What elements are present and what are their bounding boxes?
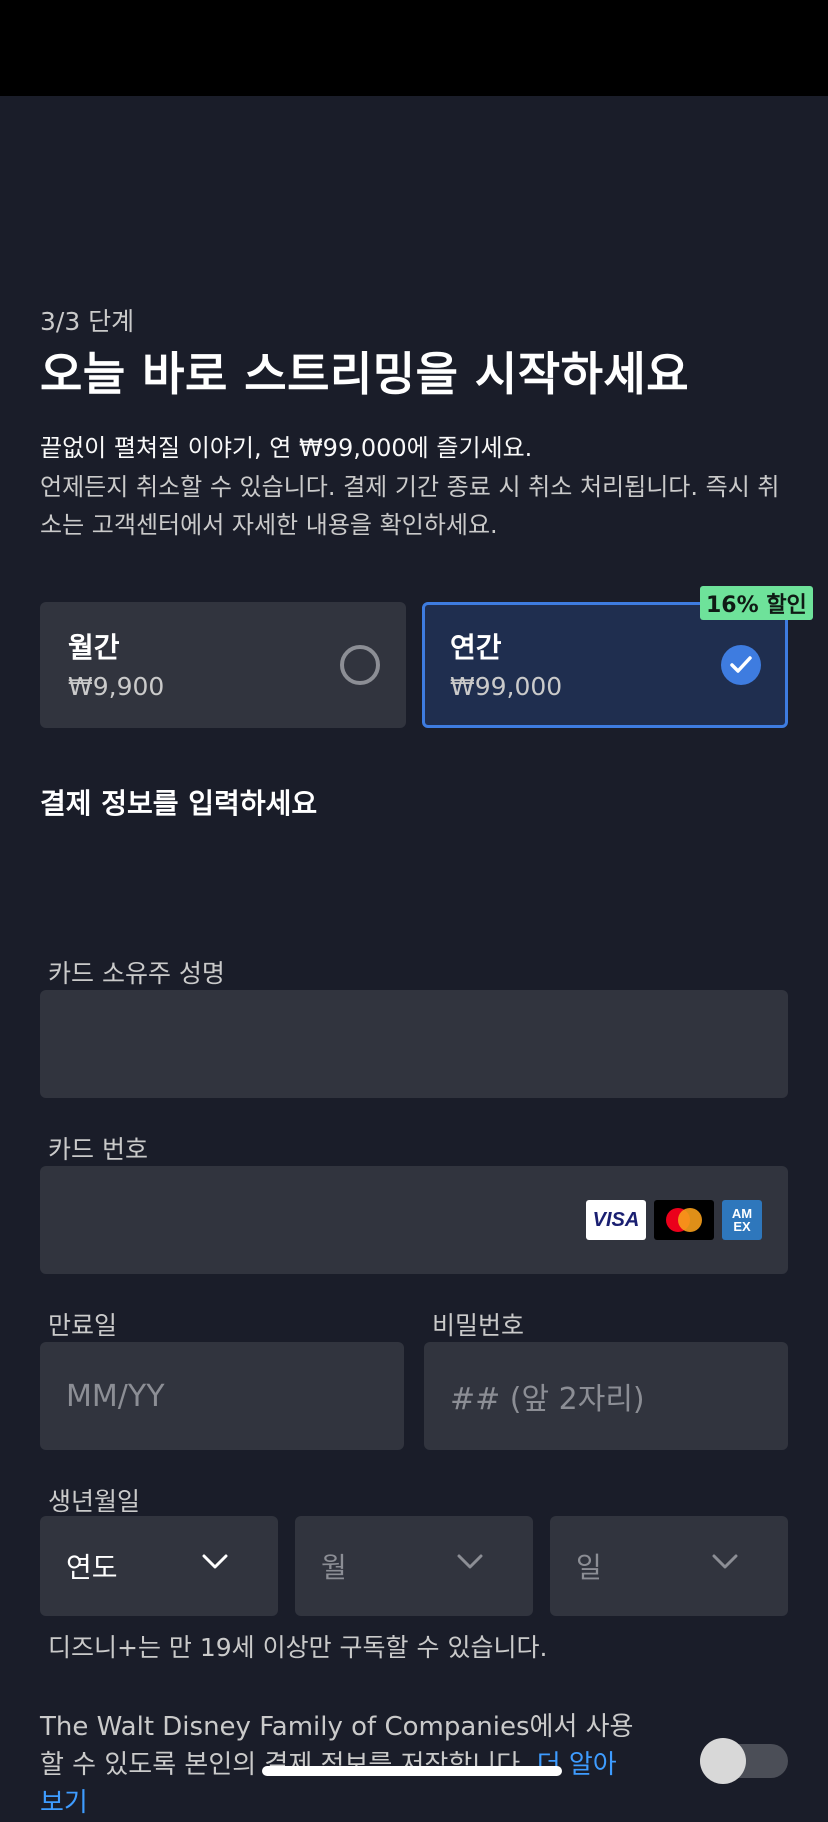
card-number-input[interactable]: VISA AM EX (40, 1166, 788, 1274)
checkmark-icon (730, 656, 752, 673)
age-requirement-note: 디즈니+는 만 19세 이상만 구독할 수 있습니다. (48, 1633, 548, 1662)
birth-date-label: 생년월일 (48, 1487, 141, 1516)
home-indicator (262, 1766, 562, 1776)
plan-annual-option[interactable]: 연간 ₩99,000 (422, 602, 788, 728)
plan-monthly-name: 월간 (68, 631, 120, 664)
toggle-knob (700, 1738, 746, 1784)
cardholder-label: 카드 소유주 성명 (48, 959, 225, 988)
plan-monthly-option[interactable]: 월간 ₩9,900 (40, 602, 406, 728)
chevron-down-icon (712, 1554, 738, 1569)
amex-icon: AM EX (722, 1200, 762, 1240)
payment-section-title: 결제 정보를 입력하세요 (40, 787, 318, 820)
expiry-placeholder: MM/YY (66, 1378, 165, 1414)
password-placeholder: ## (앞 2자리) (450, 1382, 645, 1417)
password-label: 비밀번호 (432, 1311, 525, 1340)
radio-unchecked-icon[interactable] (340, 645, 380, 685)
birth-year-select[interactable]: 연도 (40, 1516, 278, 1616)
discount-badge: 16% 할인 (700, 586, 813, 620)
plan-annual-name: 연간 (450, 631, 502, 664)
birth-month-value: 월 (321, 1551, 347, 1584)
page-title: 오늘 바로 스트리밍을 시작하세요 (40, 347, 690, 401)
cancel-description: 언제든지 취소할 수 있습니다. 결제 기간 종료 시 취소 처리됩니다. 즉시… (40, 473, 780, 539)
visa-icon: VISA (586, 1200, 646, 1240)
step-indicator: 3/3 단계 (40, 307, 135, 336)
cardholder-name-input[interactable] (40, 990, 788, 1098)
radio-checked-icon[interactable] (721, 645, 761, 685)
plan-monthly-price: ₩9,900 (68, 672, 165, 701)
card-password-input[interactable]: ## (앞 2자리) (424, 1342, 788, 1450)
save-payment-text: The Walt Disney Family of Companies에서 사용… (40, 1708, 640, 1822)
price-description: 끝없이 펼쳐질 이야기, 연 ₩99,000에 즐기세요. (40, 434, 533, 462)
save-payment-toggle[interactable] (700, 1738, 788, 1784)
mastercard-icon (654, 1200, 714, 1240)
card-brands: VISA AM EX (586, 1200, 762, 1240)
expiry-label: 만료일 (48, 1311, 118, 1340)
chevron-down-icon (202, 1554, 228, 1569)
status-bar (0, 0, 828, 96)
birth-year-value: 연도 (66, 1551, 118, 1584)
chevron-down-icon (457, 1554, 483, 1569)
plan-annual-price: ₩99,000 (450, 672, 563, 701)
expiry-input[interactable]: MM/YY (40, 1342, 404, 1450)
card-number-label: 카드 번호 (48, 1135, 148, 1164)
birth-day-value: 일 (576, 1551, 602, 1584)
birth-day-select[interactable]: 일 (550, 1516, 788, 1616)
birth-month-select[interactable]: 월 (295, 1516, 533, 1616)
